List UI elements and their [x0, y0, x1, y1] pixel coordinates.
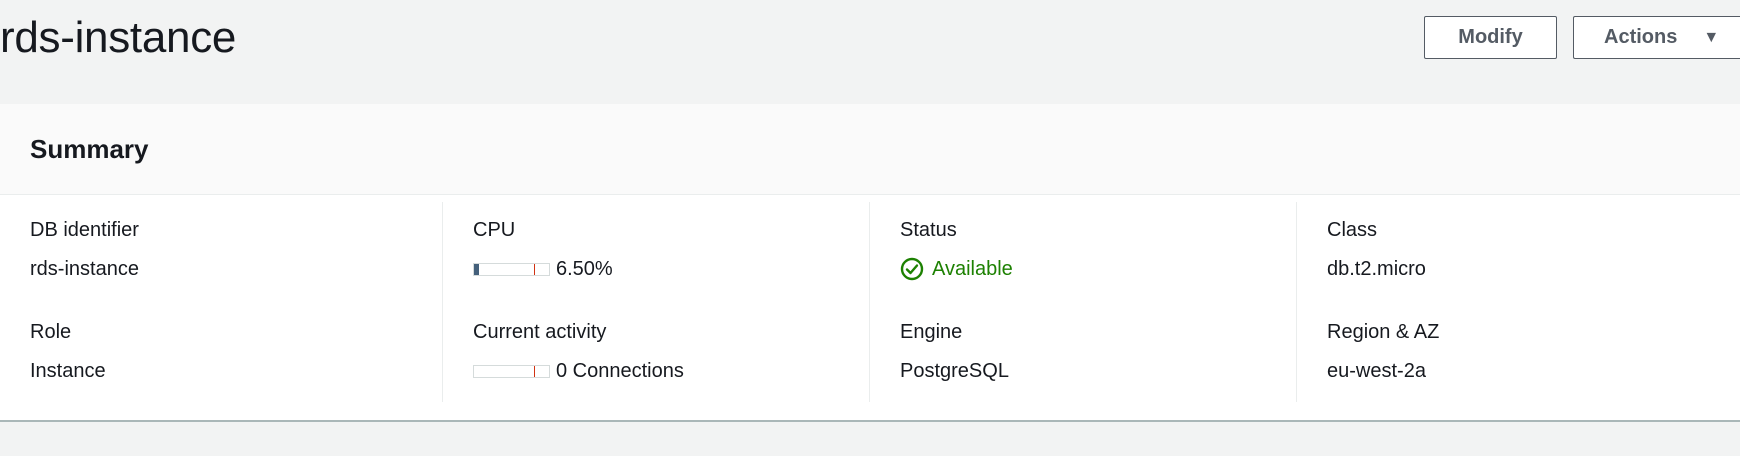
cpu-meter: [473, 262, 550, 276]
region-az-value: eu-west-2a: [1327, 360, 1426, 382]
actions-dropdown-button[interactable]: Actions ▼: [1573, 16, 1740, 59]
summary-panel: Summary DB identifier rds-instance Role …: [0, 104, 1740, 422]
summary-column-metrics: CPU 6.50% Current activity 0 Connections: [442, 202, 870, 402]
summary-column-identity: DB identifier rds-instance Role Instance: [0, 202, 428, 402]
modify-button[interactable]: Modify: [1424, 16, 1557, 59]
connections-meter: [473, 364, 550, 378]
check-circle-icon: [900, 257, 924, 281]
status-field: Status Available: [900, 218, 1013, 281]
role-label: Role: [30, 321, 72, 343]
region-az-field: Region & AZ eu-west-2a: [1327, 320, 1439, 383]
cpu-meter-fill: [474, 263, 479, 275]
class-field: Class db.t2.micro: [1327, 218, 1426, 281]
class-value: db.t2.micro: [1327, 258, 1426, 280]
status-value-row: Available: [900, 257, 1013, 281]
status-value: Available: [932, 258, 1013, 280]
cpu-value: 6.50%: [556, 258, 613, 280]
engine-value: PostgreSQL: [900, 360, 1009, 382]
engine-field: Engine PostgreSQL: [900, 320, 1009, 383]
summary-column-status: Status Available Engine PostgreSQL: [869, 202, 1297, 402]
cpu-field: CPU 6.50%: [473, 218, 613, 281]
actions-button-label: Actions: [1604, 26, 1678, 48]
caret-down-icon: ▼: [1703, 28, 1720, 46]
class-label: Class: [1327, 219, 1378, 241]
cpu-label: CPU: [473, 219, 516, 241]
connections-meter-threshold: [534, 365, 535, 377]
page-title: rds-instance: [0, 13, 237, 62]
role-field: Role Instance: [30, 320, 106, 383]
page-background-strip: [0, 422, 1740, 456]
current-activity-value-row: 0 Connections: [473, 359, 684, 383]
current-activity-label: Current activity: [473, 321, 607, 343]
region-az-label: Region & AZ: [1327, 321, 1440, 343]
cpu-meter-threshold: [534, 263, 535, 275]
summary-title: Summary: [30, 133, 149, 164]
summary-column-placement: Class db.t2.micro Region & AZ eu-west-2a: [1296, 202, 1724, 402]
summary-columns: DB identifier rds-instance Role Instance…: [0, 196, 1740, 408]
engine-label: Engine: [900, 321, 963, 343]
cpu-value-row: 6.50%: [473, 257, 613, 281]
status-label: Status: [900, 219, 957, 241]
current-activity-value: 0 Connections: [556, 360, 684, 382]
role-value: Instance: [30, 360, 106, 382]
db-identifier-field: DB identifier rds-instance: [30, 218, 139, 281]
current-activity-field: Current activity 0 Connections: [473, 320, 684, 383]
db-identifier-value: rds-instance: [30, 258, 139, 280]
db-identifier-label: DB identifier: [30, 219, 139, 241]
summary-header: Summary: [0, 104, 1740, 195]
page-header: rds-instance Modify Actions ▼: [0, 0, 1740, 104]
